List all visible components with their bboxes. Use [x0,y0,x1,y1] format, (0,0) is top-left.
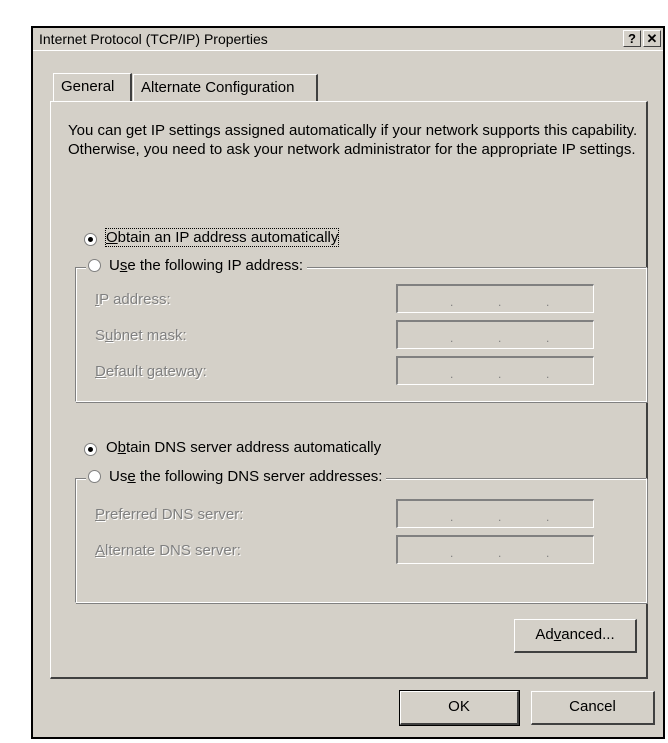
title-bar: Internet Protocol (TCP/IP) Properties ? … [33,28,663,51]
use-following-dns-legend: Use the following DNS server addresses: [86,468,387,488]
obtain-dns-auto-radio[interactable] [84,443,97,456]
general-tab-panel: You can get IP settings assigned automat… [50,101,648,679]
tab-alternate-configuration-label: Alternate Configuration [141,79,295,96]
preferred-dns-input: ... [396,499,594,528]
ip-address-label: IP address: [95,291,171,308]
tab-general-label: General [61,78,115,95]
close-button[interactable]: ✕ [643,30,661,47]
obtain-ip-auto-radio[interactable] [84,233,97,246]
tab-alternate-configuration[interactable]: Alternate Configuration [133,74,318,101]
default-gateway-label: Default gateway: [95,363,207,380]
dns-server-group: Use the following DNS server addresses: … [75,468,647,603]
ip-address-group: Use the following IP address: IP address… [75,257,647,402]
window-title: Internet Protocol (TCP/IP) Properties [39,31,268,47]
subnet-mask-input: ... [396,320,594,349]
alternate-dns-label: Alternate DNS server: [95,542,241,559]
obtain-dns-auto-label[interactable]: Obtain DNS server address automatically [106,439,381,456]
cancel-button[interactable]: Cancel [531,691,655,725]
ok-button[interactable]: OK [399,690,520,726]
preferred-dns-label: Preferred DNS server: [95,506,244,523]
advanced-button[interactable]: Advanced... [514,619,637,653]
default-gateway-input: ... [396,356,594,385]
dialog-window: Internet Protocol (TCP/IP) Properties ? … [31,26,665,739]
use-following-ip-label[interactable]: Use the following IP address: [109,257,303,274]
subnet-mask-label: Subnet mask: [95,327,187,344]
help-button[interactable]: ? [623,30,641,47]
intro-text: You can get IP settings assigned automat… [68,122,638,158]
use-following-dns-radio[interactable] [88,470,101,483]
ip-address-input: ... [396,284,594,313]
help-icon: ? [628,31,636,46]
obtain-ip-auto-label[interactable]: Obtain an IP address automatically [104,228,340,247]
close-icon: ✕ [646,31,658,46]
tab-general[interactable]: General [53,73,132,101]
use-following-ip-legend: Use the following IP address: [86,257,308,277]
use-following-dns-label[interactable]: Use the following DNS server addresses: [109,468,382,485]
use-following-ip-radio[interactable] [88,259,101,272]
alternate-dns-input: ... [396,535,594,564]
